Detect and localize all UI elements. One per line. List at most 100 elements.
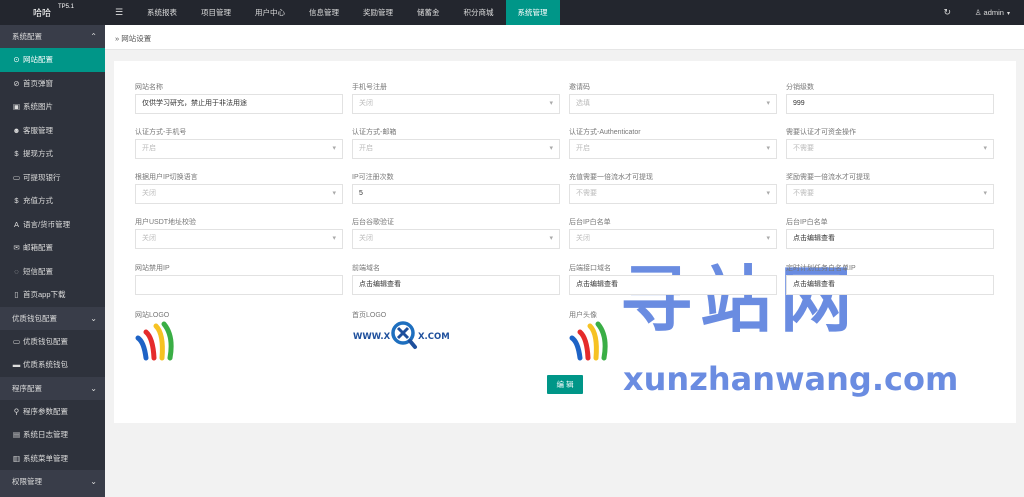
select-field[interactable]: 不需要 ▾ [569, 184, 777, 204]
sidebar-item[interactable]: ▣ 系统图片 [0, 95, 105, 119]
sidebar-item-label: 充值方式 [23, 196, 53, 205]
caret-down-icon: ▾ [549, 145, 553, 152]
nav-item-projects[interactable]: 项目管理 [189, 0, 243, 25]
select-field[interactable]: 开启 ▾ [569, 139, 777, 159]
sidebar-item-label: 优质系统钱包 [23, 360, 68, 369]
nav-item-users[interactable]: 用户中心 [243, 0, 297, 25]
sidebar-item[interactable]: ▥ 系统菜单管理 [0, 446, 105, 470]
nav-item-savings[interactable]: 储蓄金 [405, 0, 452, 25]
home-logo-image[interactable]: WWW.X X.COM [352, 320, 462, 356]
sidebar-group-permissions[interactable]: 权限管理 ⌄ [0, 470, 105, 493]
field-label: 网站名称 [135, 84, 163, 91]
sidebar-item-label: 系统日志管理 [23, 430, 68, 439]
sidebar-item[interactable]: ⚲ 程序参数配置 [0, 399, 105, 423]
nav-item-points-mall[interactable]: 积分商城 [452, 0, 506, 25]
field-value: 点击编辑查看 [793, 235, 835, 242]
sidebar-group-program-config[interactable]: 程序配置 ⌄ [0, 377, 105, 400]
select-field[interactable]: 不需要 ▾ [786, 184, 994, 204]
field-value: 关闭 [359, 100, 373, 107]
text-field[interactable]: 999 [786, 94, 994, 114]
select-field[interactable]: 不需要 ▾ [786, 139, 994, 159]
sidebar-item-icon: ◌ [14, 266, 19, 276]
sidebar-item-label: 系统菜单管理 [23, 453, 68, 463]
edit-button[interactable]: 编 辑 [547, 375, 583, 394]
sidebar-item-icon: A [13, 219, 19, 229]
chevron-down-icon: ⌄ [90, 313, 97, 323]
sidebar-item-icon: ▯ [14, 290, 19, 299]
field-label: 认证方式-邮箱 [352, 129, 397, 136]
field-label: 充值需要一倍流水才可提现 [569, 174, 653, 181]
select-field[interactable]: 开启 ▾ [352, 139, 560, 159]
select-field[interactable]: 关闭 ▾ [352, 94, 560, 114]
sidebar-item[interactable]: ⊘ 首页弹窗 [0, 71, 105, 95]
field-label: 后端接口域名 [569, 265, 611, 272]
nav-item-rewards[interactable]: 奖励管理 [351, 0, 405, 25]
sidebar-item[interactable]: ◌ 短信配置 [0, 259, 105, 283]
chevron-down-icon: ⌄ [90, 477, 97, 486]
avatar-image[interactable] [568, 320, 610, 362]
top-bar: 哈哈 TP5.1 ☰ 系统报表 项目管理 用户中心 信息管理 奖励管理 储蓄金 … [0, 0, 1024, 25]
menu-toggle-icon[interactable]: ☰ [115, 7, 124, 17]
text-field[interactable]: 点击编辑查看 [352, 275, 560, 295]
sidebar-item[interactable]: ▤ 系统日志管理 [0, 423, 105, 447]
site-logo-label: 网站LOGO [135, 312, 170, 319]
breadcrumb: » 网站设置 [105, 25, 1024, 50]
caret-down-icon: ▾ [332, 145, 336, 152]
nav-item-info[interactable]: 信息管理 [297, 0, 351, 25]
sidebar-group-wallet-config[interactable]: 优质钱包配置 ⌄ [0, 307, 105, 330]
sidebar-item[interactable]: ▯ 首页app下载 [0, 283, 105, 307]
sidebar-item-label: 优质钱包配置 [23, 336, 68, 346]
sidebar-group-system-config[interactable]: 系统配置 ⌃ [0, 25, 105, 48]
sidebar-item[interactable]: ▭ 可提现银行 [0, 165, 105, 189]
sidebar-item-label: 网站配置 [23, 55, 53, 64]
chevron-up-icon: ⌃ [90, 32, 97, 41]
text-field[interactable]: 5 [352, 184, 560, 204]
sidebar-item[interactable]: ▬ 优质系统钱包 [0, 353, 105, 377]
sidebar-item[interactable]: ⊙ 网站配置 [0, 48, 105, 72]
select-field[interactable]: 选填 ▾ [569, 94, 777, 114]
field-label: 奖励需要一倍流水才可提现 [786, 174, 870, 181]
select-field[interactable]: 关闭 ▾ [135, 229, 343, 249]
sidebar-item[interactable]: ☻ 客服管理 [0, 118, 105, 142]
text-field[interactable]: 点击编辑查看 [786, 229, 994, 249]
sidebar-item-icon: ▥ [12, 453, 21, 463]
sidebar-item[interactable]: A 语言/货币管理 [0, 212, 105, 236]
select-field[interactable]: 关闭 ▾ [135, 184, 343, 204]
sidebar-item-label: 可提现银行 [23, 172, 61, 182]
sidebar-item[interactable]: ▭ 优质钱包配置 [0, 329, 105, 353]
field-value: 不需要 [793, 145, 814, 152]
field-value: 点击编辑查看 [793, 281, 835, 288]
sidebar-item-label: 邮箱配置 [23, 243, 53, 252]
sidebar-item-label: 系统图片 [23, 102, 53, 111]
field-value: 开启 [576, 145, 590, 152]
refresh-icon[interactable]: ↻ [943, 7, 951, 17]
sidebar-item[interactable]: $ 充值方式 [0, 189, 105, 213]
nav-item-reports[interactable]: 系统报表 [135, 0, 189, 25]
nav-item-system[interactable]: 系统管理 [505, 0, 560, 25]
field-label: 后台IP白名单 [569, 219, 611, 226]
field-label: 需要认证才可资金操作 [786, 129, 856, 136]
text-field[interactable]: 点击编辑查看 [786, 275, 994, 295]
select-field[interactable]: 关闭 ▾ [352, 229, 560, 249]
field-label: 认证方式-手机号 [135, 129, 187, 136]
field-value: 关闭 [142, 235, 156, 242]
text-field[interactable] [135, 275, 343, 295]
caret-down-icon: ▾ [332, 190, 336, 197]
sidebar-item[interactable]: ✉ 邮箱配置 [0, 236, 105, 260]
sidebar-item-label: 提现方式 [23, 149, 53, 158]
text-field[interactable]: 点击编辑查看 [569, 275, 777, 295]
sidebar-item[interactable]: $ 提现方式 [0, 142, 105, 166]
select-field[interactable]: 关闭 ▾ [569, 229, 777, 249]
select-field[interactable]: 开启 ▾ [135, 139, 343, 159]
site-logo-image[interactable] [134, 320, 176, 362]
top-nav: 系统报表 项目管理 用户中心 信息管理 奖励管理 储蓄金 积分商城 系统管理 [135, 0, 560, 25]
sidebar-item-icon: ▭ [12, 336, 21, 346]
caret-down-icon: ▾ [766, 100, 770, 107]
user-menu[interactable]: ♙ admin ▾ [975, 0, 1010, 25]
watermark-en: xunzhanwang.com [623, 360, 959, 398]
text-field[interactable]: 仅供学习研究，禁止用于非法用途 [135, 94, 343, 114]
home-logo-label: 首页LOGO [352, 312, 387, 319]
sidebar-item-label: 客服管理 [23, 125, 53, 135]
sidebar-item-icon: ⊙ [13, 55, 20, 64]
field-label: 认证方式-Authenticator [569, 129, 641, 136]
